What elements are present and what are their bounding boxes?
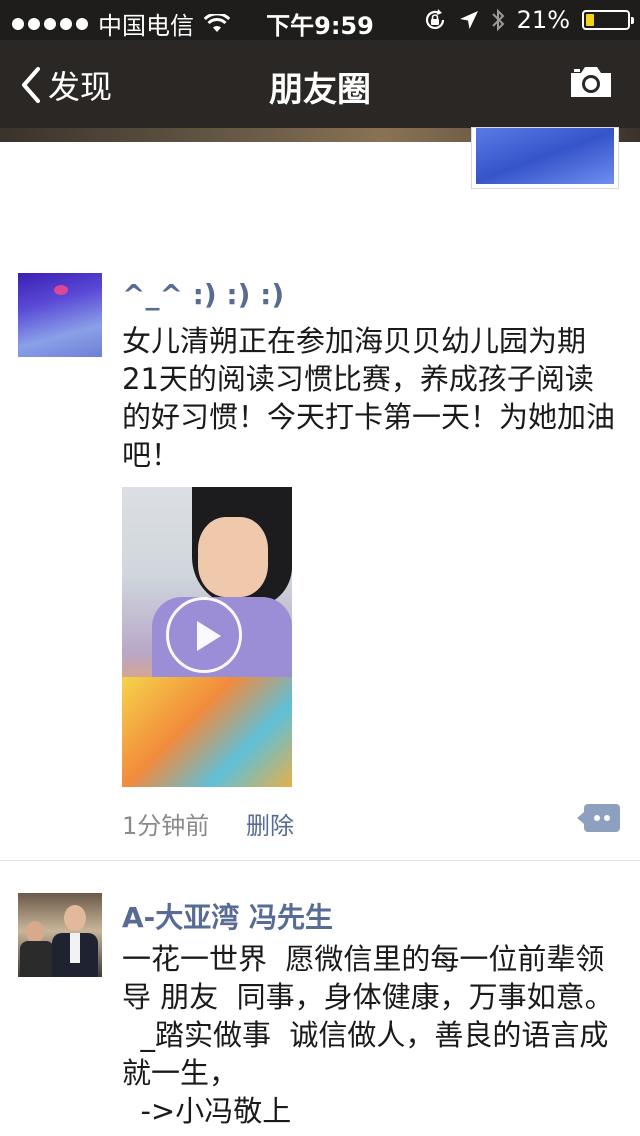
comment-icon[interactable] bbox=[577, 804, 620, 832]
bluetooth-icon bbox=[491, 8, 505, 32]
delete-button[interactable]: 删除 bbox=[246, 806, 294, 841]
rotation-lock-icon bbox=[425, 9, 444, 29]
play-icon[interactable] bbox=[166, 597, 242, 673]
camera-icon bbox=[571, 67, 611, 97]
navigation-bar: 发现 朋友圈 bbox=[0, 40, 640, 128]
location-arrow-icon bbox=[459, 11, 478, 29]
post-text: 女儿清朔正在参加海贝贝幼儿园为期21天的阅读习惯比赛，养成孩子阅读的好习惯！今天… bbox=[122, 324, 616, 472]
status-bar: 中国电信 下午9:59 21% bbox=[0, 0, 640, 40]
battery-icon bbox=[582, 10, 634, 30]
post-time: 1分钟前 bbox=[122, 812, 210, 840]
video-thumbnail[interactable] bbox=[122, 487, 292, 787]
post-nickname[interactable]: ^_^ :) :) :) bbox=[122, 278, 284, 311]
avatar[interactable] bbox=[18, 273, 102, 357]
post-text: 一花一世界 愿微信里的每一位前辈领导 朋友 同事，身体健康，万事如意。 _踏实做… bbox=[122, 942, 614, 1128]
camera-button[interactable] bbox=[568, 64, 614, 104]
battery-percent: 21% bbox=[516, 6, 570, 34]
avatar[interactable] bbox=[18, 893, 102, 977]
post-nickname[interactable]: A-大亚湾 冯先生 bbox=[122, 896, 333, 936]
divider bbox=[0, 860, 640, 861]
page-title: 朋友圈 bbox=[269, 70, 371, 110]
my-avatar[interactable] bbox=[472, 128, 618, 188]
